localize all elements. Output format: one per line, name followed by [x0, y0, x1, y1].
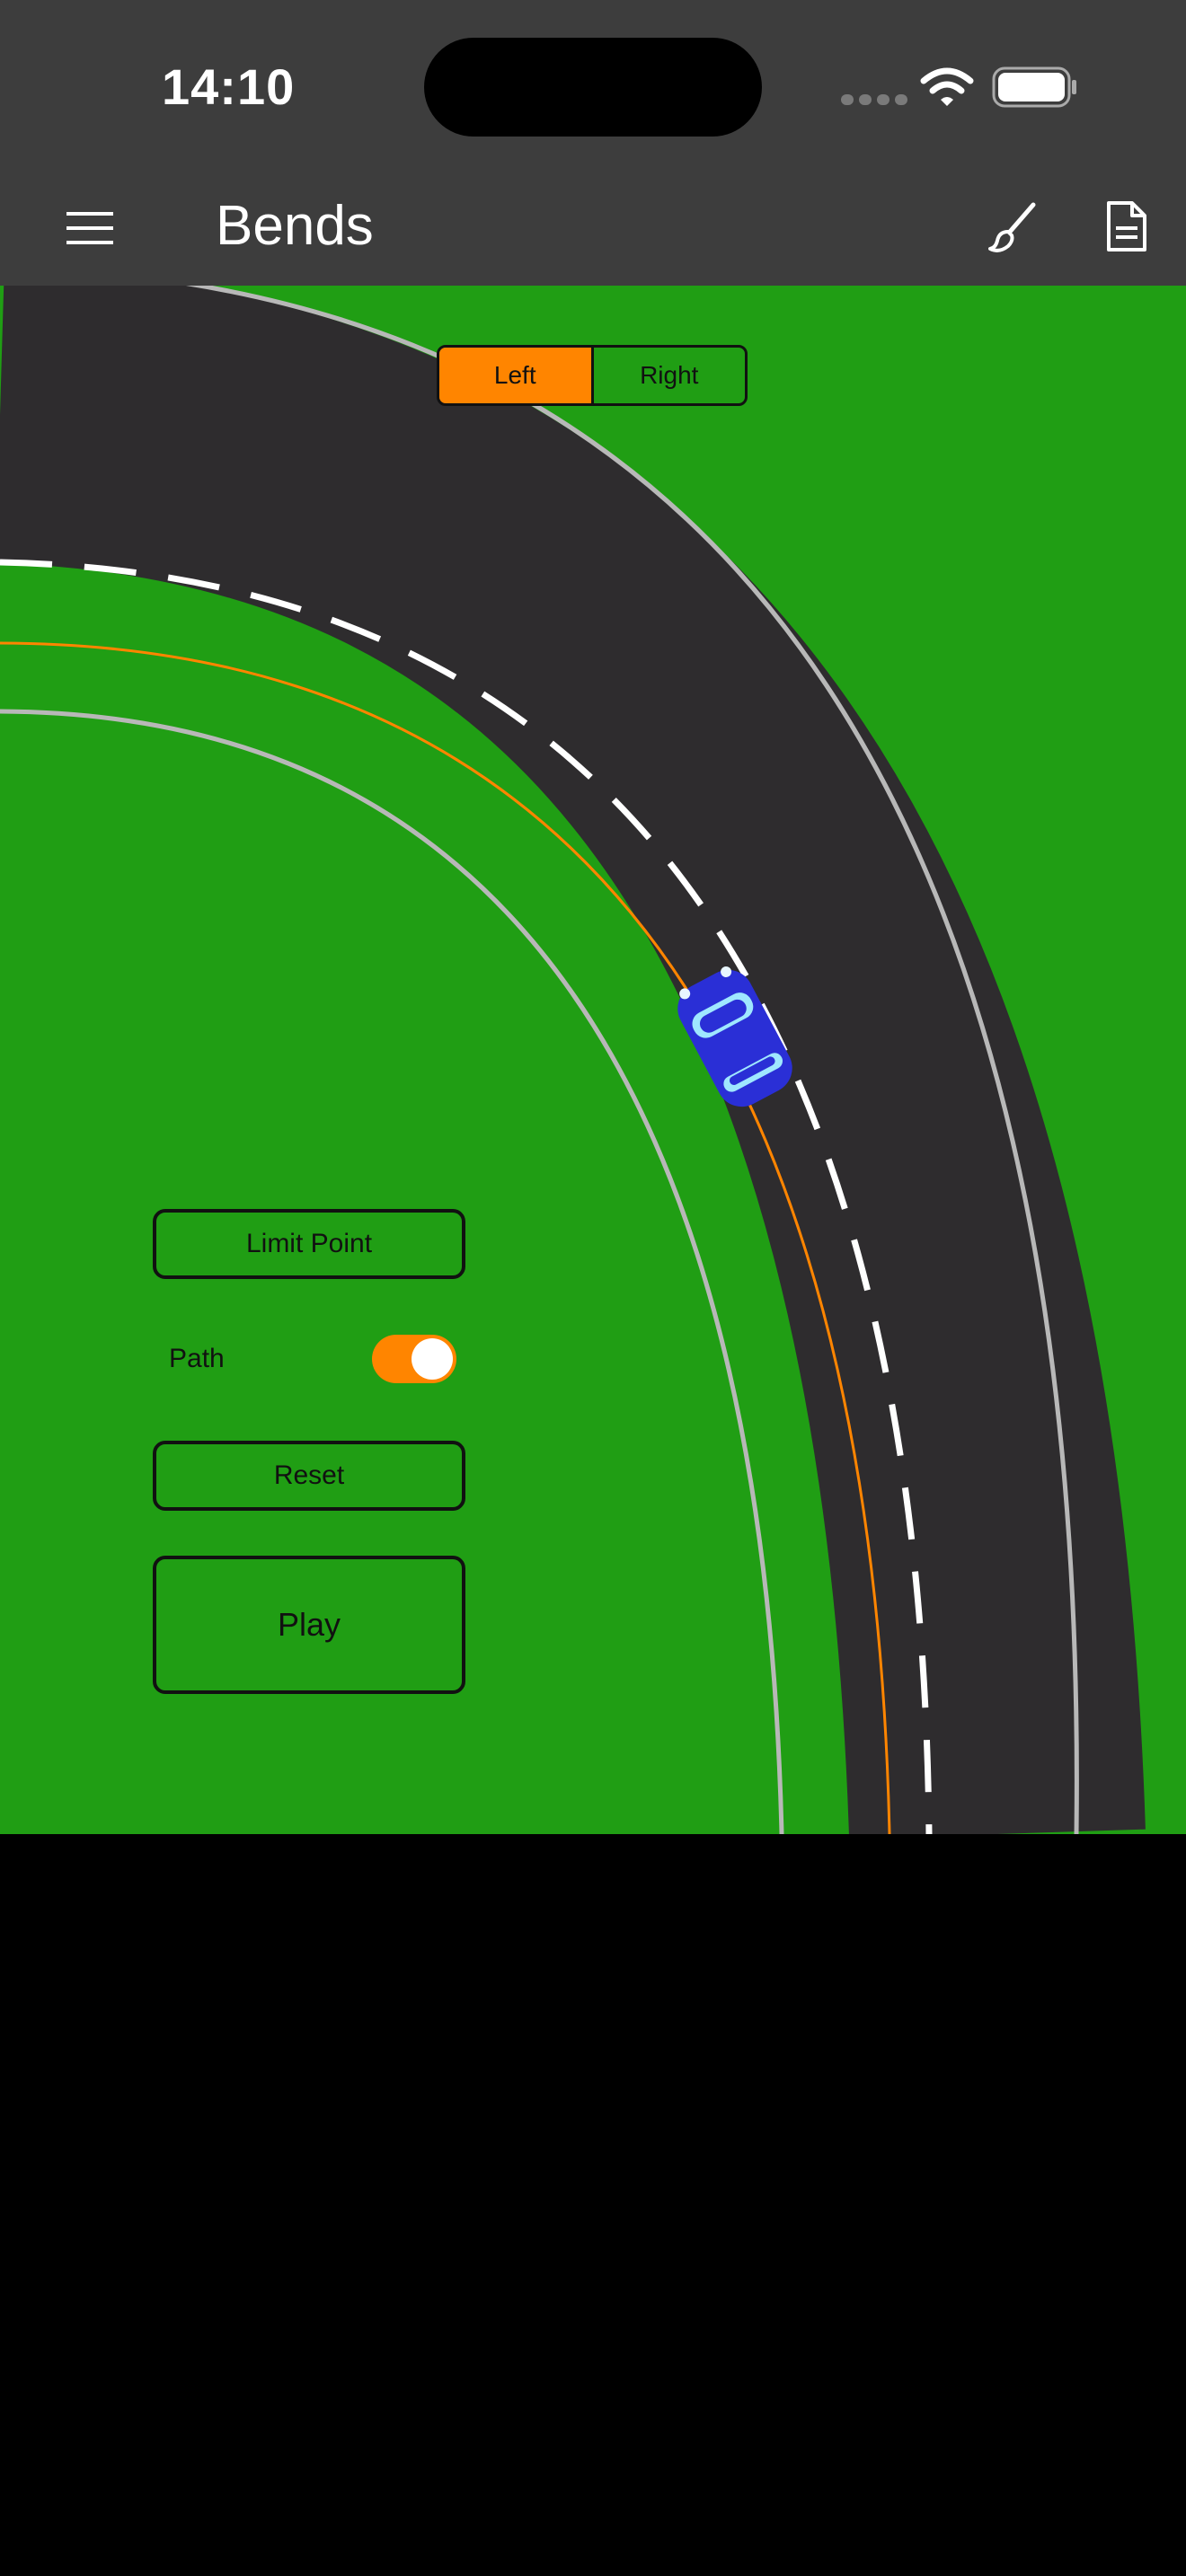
- toggle-knob: [412, 1338, 453, 1380]
- direction-segmented-control[interactable]: Left Right: [437, 345, 748, 406]
- page-title: Bends: [216, 195, 374, 257]
- reset-button[interactable]: Reset: [153, 1441, 465, 1511]
- dynamic-island: [424, 38, 762, 137]
- empty-bottom-area: [0, 1834, 1186, 2576]
- status-bar: 14:10: [0, 0, 1186, 171]
- wifi-icon: [920, 67, 974, 106]
- road-outer-edge: [0, 415, 997, 1834]
- status-time: 14:10: [162, 58, 296, 115]
- segment-right[interactable]: Right: [594, 348, 746, 403]
- path-toggle[interactable]: [372, 1335, 456, 1383]
- track-scene[interactable]: Left Right Limit Point Path Reset Play: [0, 286, 1186, 1834]
- limit-point-button[interactable]: Limit Point: [153, 1209, 465, 1279]
- document-icon[interactable]: [1105, 199, 1148, 253]
- brush-icon[interactable]: [987, 199, 1040, 253]
- battery-icon: [992, 66, 1076, 108]
- play-button[interactable]: Play: [153, 1556, 465, 1694]
- cellular-signal-icon: [841, 93, 913, 110]
- navigation-bar: Bends: [0, 171, 1186, 286]
- segment-left[interactable]: Left: [439, 348, 594, 403]
- menu-icon[interactable]: [66, 210, 113, 246]
- path-label: Path: [169, 1344, 225, 1373]
